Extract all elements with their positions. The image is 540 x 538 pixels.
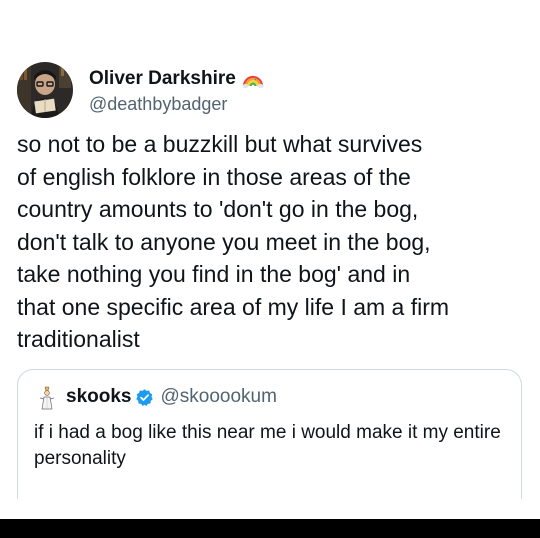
person-reading-avatar-icon — [17, 62, 73, 118]
display-name-row: Oliver Darkshire — [89, 66, 264, 92]
tiny-figure-avatar-icon — [34, 384, 60, 410]
quoted-tweet-text: if i had a bog like this near me i would… — [34, 422, 501, 469]
quoted-tweet[interactable]: skooks @skooookum if i had a bog like th… — [17, 369, 522, 499]
tweet-card: Oliver Darkshire @deathbybadger so not t… — [0, 0, 540, 538]
tweet-text: so not to be a buzzkill but what survive… — [17, 131, 450, 352]
quoted-author-handle[interactable]: @skooookum — [160, 386, 276, 408]
verified-badge-icon — [135, 388, 154, 407]
quoted-tweet-header: skooks @skooookum — [34, 383, 277, 411]
author-display-name[interactable]: Oliver Darkshire — [89, 68, 236, 90]
author-names: Oliver Darkshire @deathbybadger — [89, 62, 264, 118]
rainbow-icon — [242, 70, 264, 88]
tweet-header: Oliver Darkshire @deathbybadger — [17, 60, 264, 120]
author-avatar[interactable] — [17, 62, 73, 118]
bottom-black-bar — [0, 519, 540, 538]
quoted-author-display-name[interactable]: skooks — [66, 386, 131, 408]
quoted-author-avatar[interactable] — [34, 384, 60, 410]
author-handle[interactable]: @deathbybadger — [89, 94, 264, 115]
